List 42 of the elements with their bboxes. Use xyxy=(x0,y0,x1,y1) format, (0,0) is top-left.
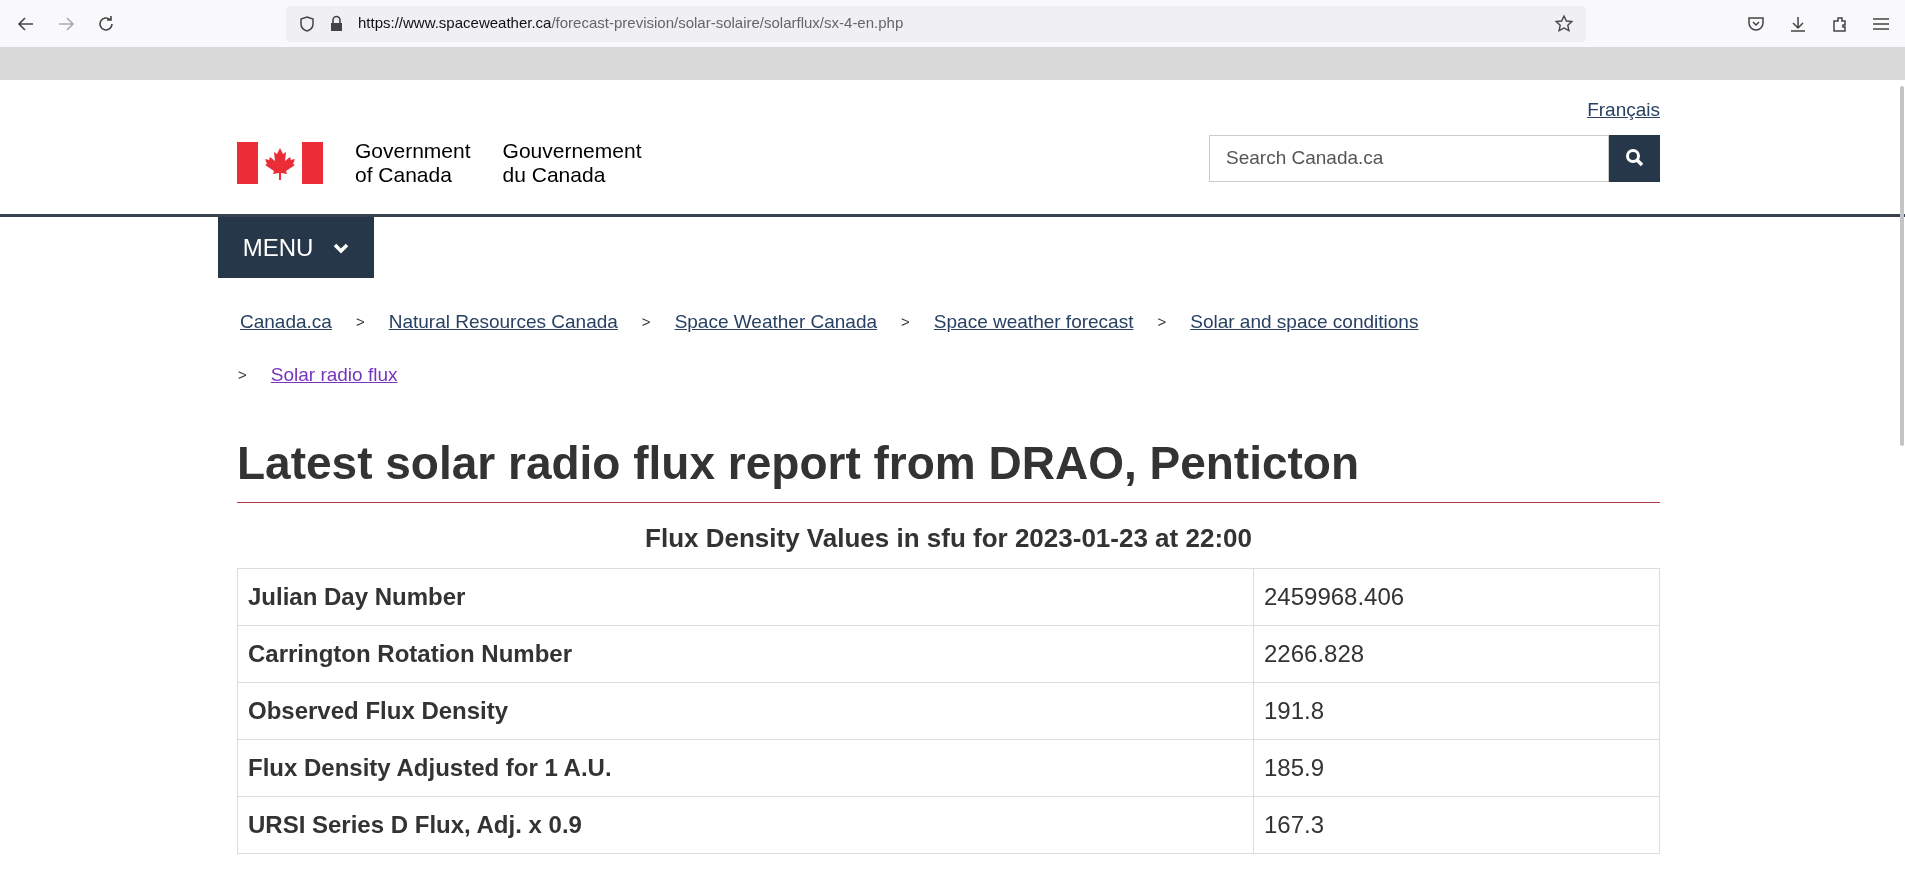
table-caption: Flux Density Values in sfu for 2023-01-23 at 22:00 xyxy=(644,522,1253,555)
row-value: 185.9 xyxy=(1263,753,1326,783)
signature-english: Government of Canada xyxy=(355,138,471,187)
row-label: URSI Series D Flux, Adj. x 0.9 xyxy=(238,797,1254,853)
search-icon xyxy=(1624,148,1645,168)
chevron-down-icon xyxy=(333,241,350,254)
bookmark-star-icon[interactable] xyxy=(1554,13,1574,34)
search-button[interactable] xyxy=(1609,134,1660,182)
extensions-icon[interactable] xyxy=(1831,14,1849,33)
breadcrumb-link[interactable]: Solar and space conditions xyxy=(1190,308,1419,337)
breadcrumb-separator: > xyxy=(355,312,365,332)
breadcrumb-link[interactable]: Space Weather Canada xyxy=(674,308,878,337)
canada-flag-icon xyxy=(237,141,323,184)
row-value: 2459968.406 xyxy=(1263,582,1406,612)
reload-icon[interactable] xyxy=(96,13,116,34)
language-link[interactable]: Français xyxy=(1587,96,1660,125)
breadcrumb-link[interactable]: Solar radio flux xyxy=(270,360,398,389)
breadcrumb-link[interactable]: Canada.ca xyxy=(240,308,332,337)
url-text: https://www.spaceweather.ca/forecast-prevision/solar-solaire/solarflux/sx-4-en.php xyxy=(358,13,904,34)
breadcrumb-separator: > xyxy=(1157,312,1167,332)
breadcrumb-separator: > xyxy=(238,364,247,385)
pocket-icon[interactable] xyxy=(1747,14,1765,33)
signature-french: Gouvernement du Canada xyxy=(502,138,642,187)
row-value: 167.3 xyxy=(1263,810,1326,840)
address-bar[interactable]: https://www.spaceweather.ca/forecast-prevision/solar-solaire/solarflux/sx-4-en.php xyxy=(286,5,1586,42)
search-field[interactable]: Search Canada.ca xyxy=(1209,134,1609,182)
row-label: Observed Flux Density xyxy=(238,683,1254,739)
breadcrumb-link[interactable]: Space weather forecast xyxy=(933,308,1134,337)
row-value: 191.8 xyxy=(1263,696,1326,726)
row-value: 2266.828 xyxy=(1263,639,1366,669)
breadcrumb-separator: > xyxy=(641,312,651,332)
breadcrumb-link[interactable]: Natural Resources Canada xyxy=(388,308,618,337)
row-label: Julian Day Number xyxy=(238,569,1254,625)
scrollbar[interactable] xyxy=(1900,86,1904,446)
menu-button[interactable]: MENU xyxy=(218,217,374,278)
page-title: Latest solar radio flux report from DRAO, Penticton xyxy=(237,433,1660,503)
download-icon[interactable] xyxy=(1789,14,1807,33)
breadcrumb-separator: > xyxy=(901,312,910,332)
menu-icon[interactable] xyxy=(1873,16,1889,31)
row-label: Flux Density Adjusted for 1 A.U. xyxy=(238,740,1254,796)
row-label: Carrington Rotation Number xyxy=(238,626,1254,682)
shield-icon xyxy=(298,14,316,33)
